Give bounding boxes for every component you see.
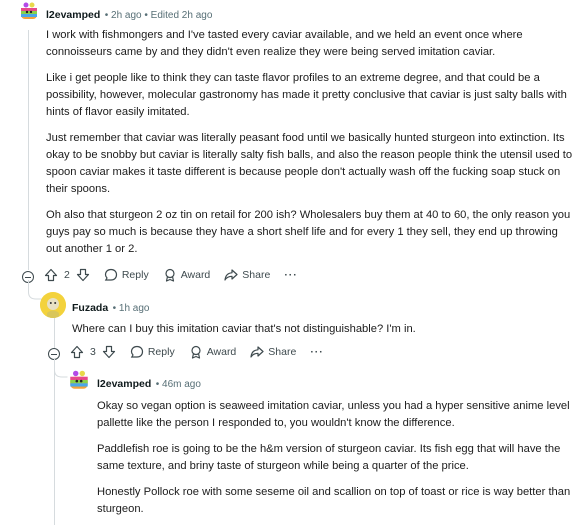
award-button[interactable]: Award <box>189 345 237 359</box>
share-button[interactable]: Share <box>250 345 296 359</box>
more-label: ··· <box>310 346 324 358</box>
share-button[interactable]: Share <box>224 268 270 282</box>
more-options-button[interactable]: ··· <box>284 269 298 281</box>
user-avatar-icon <box>67 368 91 392</box>
avatar[interactable] <box>40 292 66 318</box>
comment-header: l2evamped • 46m ago <box>97 374 201 392</box>
comment-paragraph: Oh also that sturgeon 2 oz tin on retail… <box>46 209 571 255</box>
more-options-button[interactable]: ··· <box>310 346 324 358</box>
comment-meta: • 46m ago <box>155 379 201 390</box>
reply-label: Reply <box>147 346 175 358</box>
thread-line-reply[interactable] <box>54 318 55 348</box>
username[interactable]: l2evamped <box>97 378 151 390</box>
comment-icon <box>104 268 118 282</box>
downvote-button[interactable] <box>76 268 90 282</box>
comment-body: Where can I buy this imitation caviar th… <box>72 321 572 338</box>
share-label: Share <box>242 269 271 281</box>
comment-action-bar: 2 Reply Award Share ··· <box>44 268 312 282</box>
award-label: Award <box>180 269 211 281</box>
comment-paragraph: Okay so vegan option is seaweed imitatio… <box>97 400 570 429</box>
more-label: ··· <box>284 269 298 281</box>
comment-body: Okay so vegan option is seaweed imitatio… <box>97 398 575 518</box>
comment-header: Fuzada • 1h ago <box>72 298 150 316</box>
share-label: Share <box>268 346 297 358</box>
award-icon <box>189 345 203 359</box>
comment-action-bar: 3 Reply Award Share ··· <box>70 345 338 359</box>
comment-meta: • 2h ago • Edited 2h ago <box>104 10 213 21</box>
comment-icon <box>130 345 144 359</box>
award-button[interactable]: Award <box>163 268 211 282</box>
comment-meta: • 1h ago <box>112 303 150 314</box>
downvote-button[interactable] <box>102 345 116 359</box>
comment-paragraph: Like i get people like to think they can… <box>46 72 567 118</box>
downvote-icon <box>102 345 116 359</box>
thread-line-nested[interactable] <box>54 360 55 525</box>
reply-button[interactable]: Reply <box>104 268 149 282</box>
downvote-icon <box>76 268 90 282</box>
award-label: Award <box>206 346 237 358</box>
avatar[interactable] <box>18 0 40 22</box>
avatar[interactable] <box>67 368 91 392</box>
username[interactable]: Fuzada <box>72 302 108 314</box>
reply-button[interactable]: Reply <box>130 345 175 359</box>
comment-paragraph: Honestly Pollock roe with some seseme oi… <box>97 486 571 515</box>
reply-label: Reply <box>121 269 149 281</box>
upvote-button[interactable] <box>70 345 84 359</box>
user-avatar-icon <box>40 292 66 318</box>
comment-paragraph: Just remember that caviar was literally … <box>46 132 573 195</box>
username[interactable]: l2evamped <box>46 9 100 21</box>
comment-body: I work with fishmongers and I've tasted … <box>46 27 576 258</box>
comment-header: l2evamped • 2h ago • Edited 2h ago <box>46 5 212 23</box>
vote-count: 2 <box>64 269 70 281</box>
share-icon <box>224 268 238 282</box>
comment-paragraph: Where can I buy this imitation caviar th… <box>72 323 416 335</box>
user-avatar-icon <box>18 0 40 22</box>
comment-paragraph: Paddlefish roe is going to be the h&m ve… <box>97 443 561 472</box>
comment-paragraph: I work with fishmongers and I've tasted … <box>46 29 523 58</box>
share-icon <box>250 345 264 359</box>
award-icon <box>163 268 177 282</box>
upvote-icon <box>70 345 84 359</box>
vote-count: 3 <box>90 346 96 358</box>
thread-line-root[interactable] <box>28 30 29 270</box>
